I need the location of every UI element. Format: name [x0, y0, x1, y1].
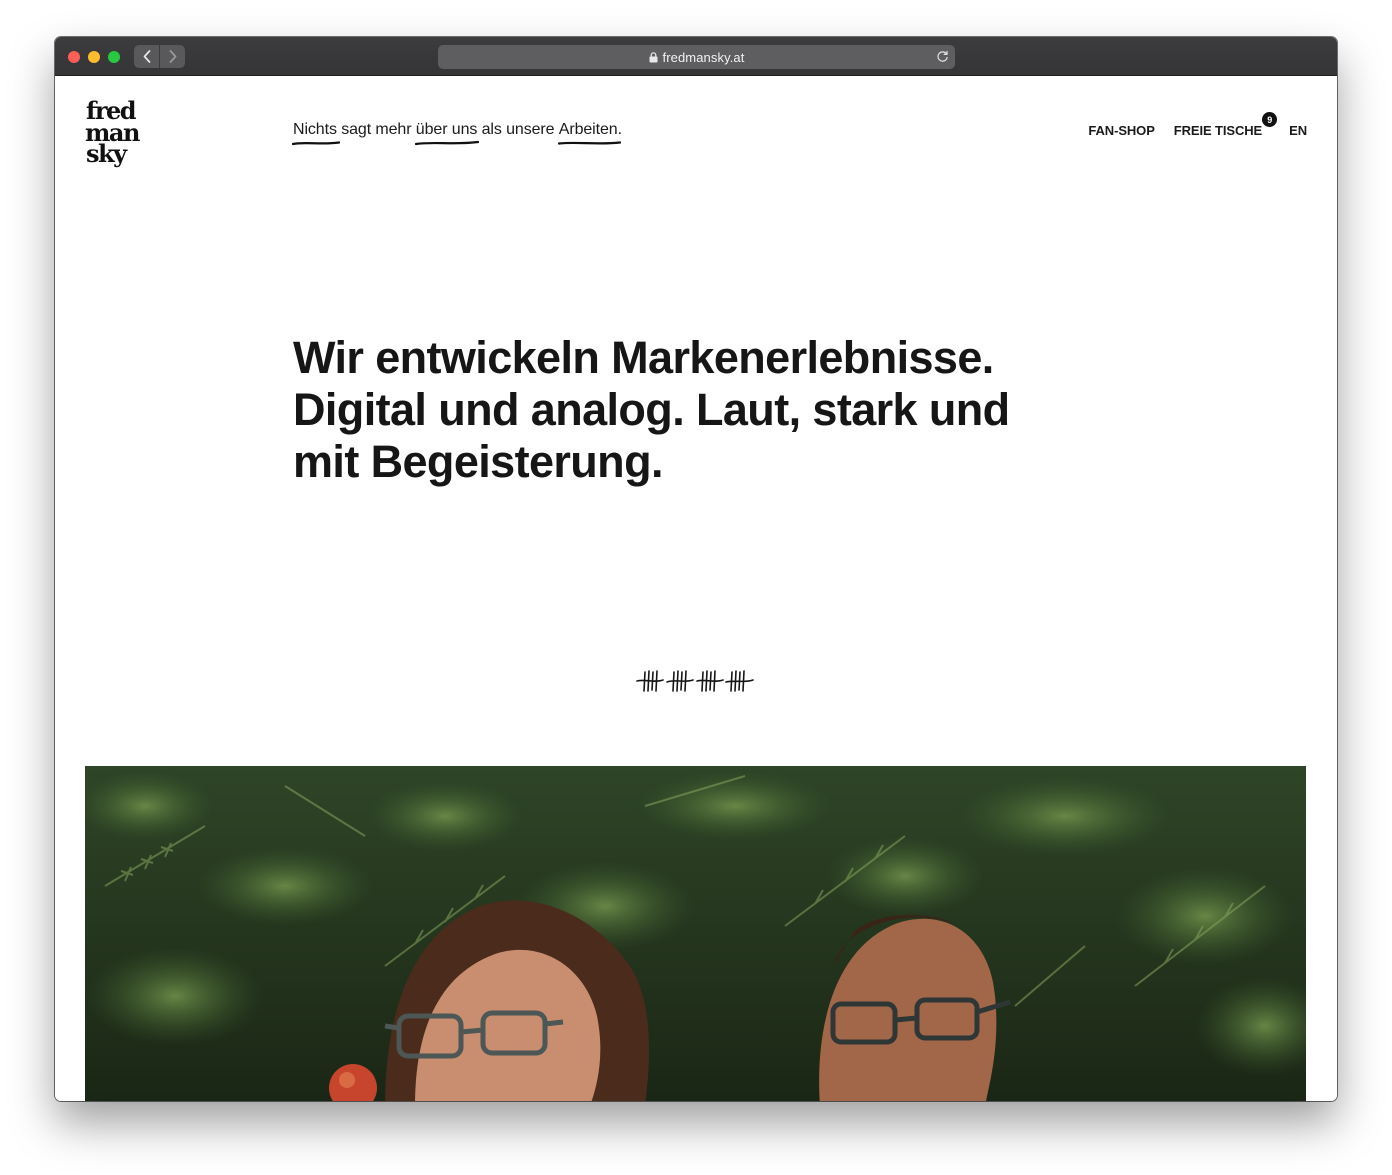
tagline-text-2: als unsere — [477, 121, 559, 138]
maximize-window-button[interactable] — [108, 51, 120, 63]
link-ueber-uns-label: über uns — [415, 121, 478, 138]
url-text: fredmansky.at — [662, 49, 745, 65]
back-button[interactable] — [134, 45, 159, 68]
hero-image — [85, 766, 1306, 1101]
link-arbeiten-label: Arbeiten — [558, 121, 618, 138]
browser-titlebar: fredmansky.at — [55, 37, 1337, 76]
forward-icon — [169, 50, 176, 63]
brush-underline-icon — [292, 141, 340, 146]
link-ueber-uns[interactable]: über uns — [414, 121, 479, 146]
top-navigation: FAN-SHOP FREIE TISCHE 9 EN — [1088, 112, 1307, 138]
headline-line-3: mit Begeisterung. — [293, 436, 663, 487]
link-nichts[interactable]: Nichts — [292, 121, 340, 146]
minimize-window-button[interactable] — [88, 51, 100, 63]
tagline-text-3: . — [617, 121, 622, 138]
headline-line-2: Digital und analog. Laut, stark und — [293, 384, 1010, 435]
headline-line-1: Wir entwickeln Markenerlebnisse. — [293, 332, 994, 383]
link-arbeiten[interactable]: Arbeiten — [557, 121, 621, 145]
job-count-badge: 9 — [1262, 112, 1278, 127]
history-nav — [134, 45, 185, 68]
screen: fredmansky.at fred man sky Nichts sagt m… — [0, 0, 1392, 1175]
hero-photo-illustration — [85, 766, 1306, 1101]
web-page: fred man sky Nichts sagt mehr über uns a… — [55, 76, 1337, 1101]
hero-headline: Wir entwickeln Markenerlebnisse. Digital… — [293, 332, 1113, 488]
browser-window: fredmansky.at fred man sky Nichts sagt m… — [55, 37, 1337, 1101]
fredmansky-logo[interactable]: fred man sky — [85, 100, 155, 168]
close-window-button[interactable] — [68, 51, 80, 63]
brush-underline-icon — [414, 140, 479, 146]
nav-freie-tische-label: FREIE TISCHE — [1173, 123, 1263, 138]
link-nichts-label: Nichts — [293, 121, 337, 138]
nav-fan-shop[interactable]: FAN-SHOP — [1088, 123, 1154, 138]
back-icon — [143, 50, 150, 63]
tagline: Nichts sagt mehr über uns als unsere Arb… — [292, 121, 622, 146]
svg-text:sky: sky — [86, 139, 128, 168]
tagline-text-1: sagt mehr — [336, 121, 416, 138]
brush-underline-icon — [557, 141, 621, 145]
address-bar[interactable]: fredmansky.at — [438, 45, 955, 69]
tally-marks-icon — [636, 670, 754, 692]
reload-icon[interactable] — [936, 50, 949, 63]
forward-button[interactable] — [159, 45, 185, 68]
nav-freie-tische[interactable]: FREIE TISCHE 9 — [1173, 112, 1278, 138]
lock-icon — [649, 51, 658, 63]
language-switch-en[interactable]: EN — [1289, 123, 1307, 138]
